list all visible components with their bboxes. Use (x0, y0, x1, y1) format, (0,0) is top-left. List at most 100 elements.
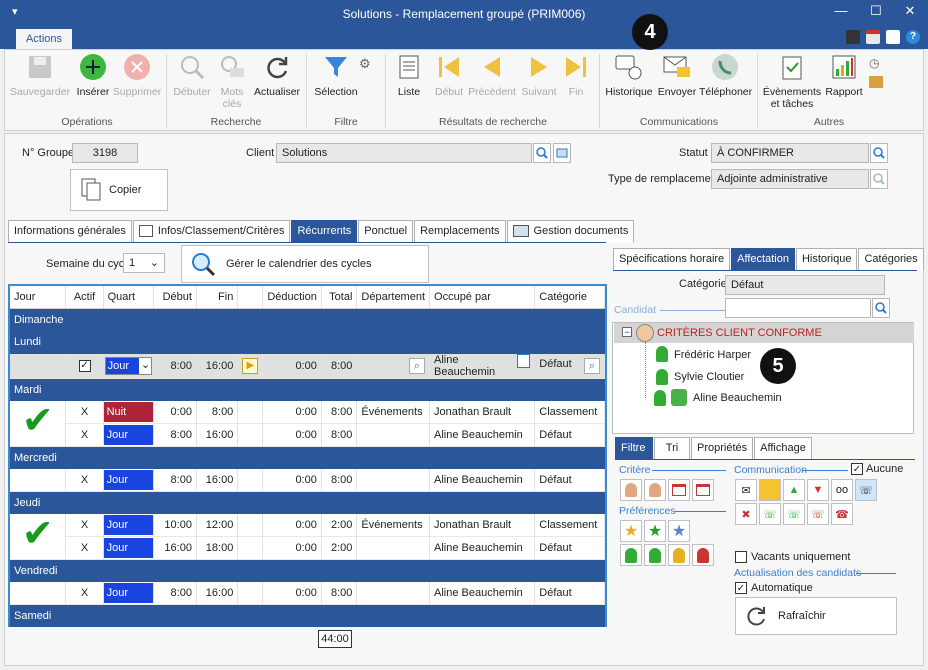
day-row-samedi[interactable]: Samedi (10, 604, 605, 627)
liste-button[interactable]: Liste (393, 52, 425, 98)
tab-affichage[interactable]: Affichage (754, 437, 812, 459)
candidat-search-button[interactable] (872, 298, 890, 318)
clock-icon[interactable]: ◷ (869, 56, 879, 70)
tab-infos-classement[interactable]: Infos/Classement/Critères (132, 220, 291, 242)
phone-ok-icon[interactable]: ☏ (759, 503, 781, 525)
star-green-icon[interactable]: ★ (644, 520, 666, 542)
tab-gestion-documents[interactable]: Gestion documents (506, 220, 635, 242)
search-icon[interactable]: ⌕ (409, 357, 426, 374)
selection-button[interactable]: Sélection (311, 52, 361, 98)
rafraichir-button[interactable]: Rafraîchir (735, 597, 897, 635)
rapport-button[interactable]: Rapport (823, 52, 865, 98)
tab-ponctuel[interactable]: Ponctuel (358, 220, 414, 242)
thumbs-down-icon[interactable]: ▼ (807, 479, 829, 501)
actualiser-button[interactable]: Actualiser (251, 52, 303, 98)
calendar-cross-icon[interactable] (668, 479, 690, 501)
debuter-button[interactable]: Débuter (171, 52, 213, 98)
telephoner-button[interactable]: Téléphoner (699, 52, 752, 98)
mail-icon[interactable]: ✉ (735, 479, 757, 501)
help-icon[interactable]: ? (906, 30, 920, 44)
day-row-dimanche[interactable]: Dimanche (10, 308, 605, 332)
vacants-checkbox[interactable] (735, 551, 747, 563)
suivant-button[interactable]: Suivant (517, 52, 561, 98)
print-icon[interactable] (886, 30, 900, 44)
voicemail-icon[interactable]: oo (831, 479, 853, 501)
tree-item[interactable]: Frédéric Harper (674, 349, 751, 361)
thumbs-up-icon[interactable]: ▲ (783, 479, 805, 501)
calendar-icon[interactable] (866, 30, 880, 44)
message-icon[interactable] (759, 479, 781, 501)
tree-item[interactable]: Sylvie Cloutier (674, 371, 744, 383)
maximize-button[interactable]: ☐ (859, 2, 893, 22)
actif-checkbox[interactable]: ✓ (78, 359, 91, 372)
mail-error-icon[interactable]: ✖ (735, 503, 757, 525)
table-row[interactable]: X Jour 8:00 16:00 0:00 8:00 Aline Beauch… (10, 468, 605, 492)
person-green-icon[interactable] (644, 544, 666, 566)
table-row[interactable]: ✔ X Jour 10:00 12:00 0:00 2:00 Événement… (10, 513, 605, 560)
vacants-option[interactable]: Vacants uniquement (735, 551, 850, 563)
aucune-option[interactable]: ✓ Aucune (851, 463, 903, 475)
play-icon[interactable]: ▶ (242, 357, 259, 374)
tab-proprietes[interactable]: Propriétés (691, 437, 754, 459)
client-open-button[interactable] (553, 143, 571, 163)
phone-cross-icon[interactable]: ☏ (807, 503, 829, 525)
table-row-lundi-edit[interactable]: ✓ Jour ⌄ 8:00 16:00 ▶ 0:00 8:00 ⌕ Aline B… (10, 353, 605, 379)
tree-item[interactable]: Aline Beauchemin (693, 392, 782, 404)
debut-button[interactable]: Début (429, 52, 469, 98)
close-button[interactable]: ✕ (893, 2, 927, 22)
tab-specifications-horaire[interactable]: Spécifications horaire (613, 248, 731, 270)
person-cross-icon[interactable] (644, 479, 666, 501)
folder-search-icon[interactable] (517, 353, 531, 368)
automatique-option[interactable]: ✓ Automatique (735, 582, 813, 594)
aucune-checkbox[interactable]: ✓ (851, 463, 863, 475)
phone-check-icon[interactable]: ☏ (783, 503, 805, 525)
day-row-lundi[interactable]: Lundi (10, 331, 605, 354)
table-row[interactable]: ✔ X Nuit 0:00 8:00 0:00 8:00 Événements … (10, 400, 605, 447)
export-icon[interactable] (869, 76, 883, 88)
table-row[interactable]: X Jour 8:00 16:00 0:00 8:00 Aline Beauch… (10, 581, 605, 605)
envoyer-button[interactable]: Envoyer (657, 52, 697, 98)
mots-cles-button[interactable]: Mots clés (215, 52, 249, 110)
gear-icon[interactable]: ⚙ (359, 56, 371, 72)
search-icon[interactable]: ⌕ (584, 357, 600, 374)
table-row[interactable]: X Jour 8:00 16:00 0:00 8:00 Aline Beauch… (10, 423, 605, 447)
day-row-jeudi[interactable]: Jeudi (10, 491, 605, 514)
collapse-icon[interactable]: − (622, 327, 632, 337)
cycle-select[interactable]: 1 ⌄ (123, 253, 165, 273)
tab-affectation[interactable]: Affectation (731, 248, 795, 270)
phone-icon[interactable]: ☏ (855, 479, 877, 501)
table-row[interactable]: X Jour 16:00 18:00 0:00 2:00 Aline Beauc… (10, 536, 605, 560)
star-gold-icon[interactable]: ★ (620, 520, 642, 542)
tab-filtre[interactable]: Filtre (615, 437, 653, 459)
tab-remplacements[interactable]: Remplacements (414, 220, 506, 242)
day-row-vendredi[interactable]: Vendredi (10, 559, 605, 582)
person-yellow-icon[interactable] (668, 544, 690, 566)
day-row-mercredi[interactable]: Mercredi (10, 446, 605, 469)
calendar-cycles-button[interactable]: Gérer le calendrier des cycles (181, 245, 429, 283)
evenements-taches-button[interactable]: Évènements et tâches (761, 52, 823, 110)
quart-select[interactable]: Jour ⌄ (104, 356, 153, 375)
person-heart-icon[interactable] (620, 544, 642, 566)
automatique-checkbox[interactable]: ✓ (735, 582, 747, 594)
tab-categories[interactable]: Catégories (858, 248, 924, 270)
star-blue-icon[interactable]: ★ (668, 520, 690, 542)
calendar-alert-icon[interactable] (692, 479, 714, 501)
calculator-icon[interactable] (846, 30, 860, 44)
type-search-button[interactable] (870, 169, 888, 189)
person-red-icon[interactable] (692, 544, 714, 566)
tab-tri[interactable]: Tri (654, 437, 690, 459)
tab-recurrents[interactable]: Récurrents (291, 220, 358, 242)
day-row-mardi[interactable]: Mardi (10, 378, 605, 401)
candidat-input[interactable] (725, 298, 871, 318)
statut-search-button[interactable] (870, 143, 888, 163)
client-search-button[interactable] (533, 143, 551, 163)
copier-button[interactable]: Copier (70, 169, 168, 211)
fin-button[interactable]: Fin (561, 52, 591, 98)
tab-informations-generales[interactable]: Informations générales (8, 220, 132, 242)
minimize-button[interactable]: — (824, 2, 858, 22)
tab-historique[interactable]: Historique (795, 248, 858, 270)
tab-actions[interactable]: Actions (16, 29, 72, 49)
inserer-button[interactable]: Insérer (73, 52, 113, 98)
phone-hangup-icon[interactable]: ☎ (831, 503, 853, 525)
supprimer-button[interactable]: Supprimer (111, 52, 163, 98)
